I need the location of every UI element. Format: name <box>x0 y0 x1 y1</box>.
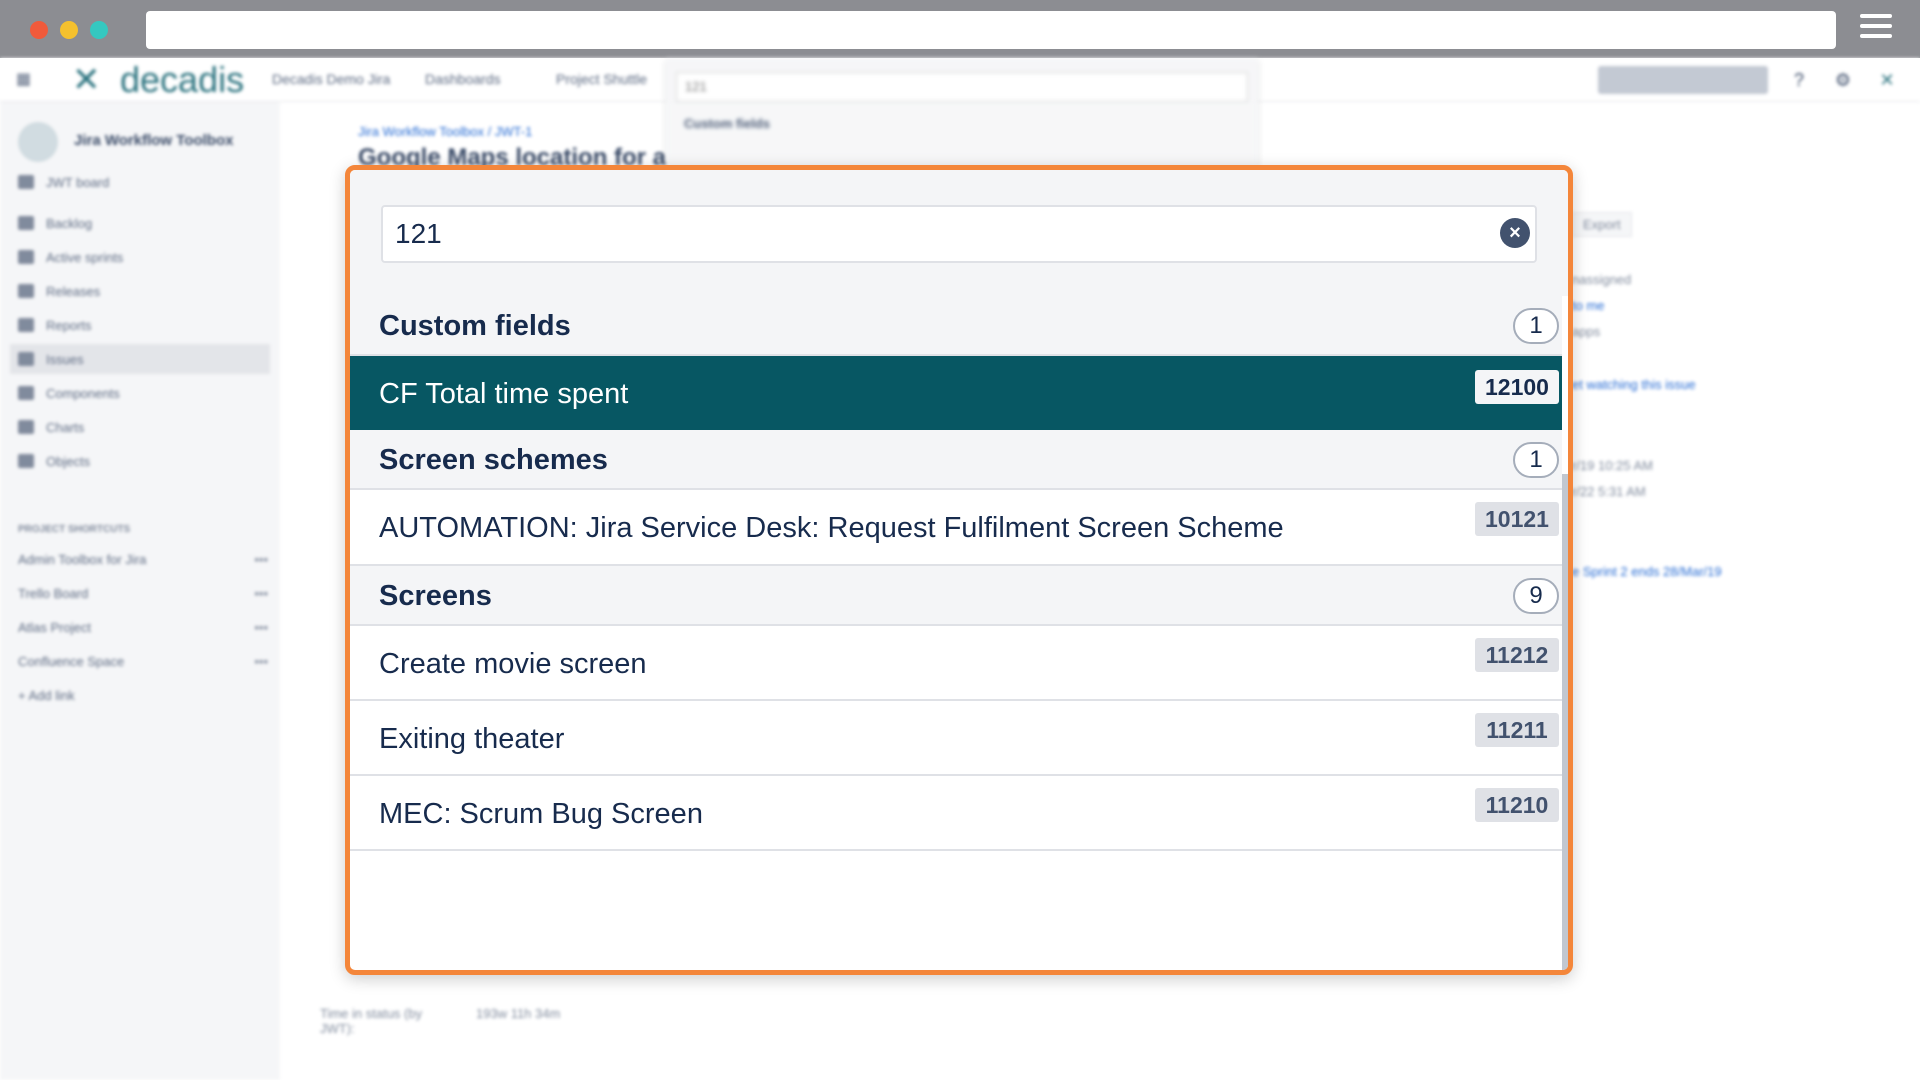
group-header-screen-schemes: Screen schemes 1 <box>350 430 1562 490</box>
objects-icon <box>18 454 34 468</box>
search-input[interactable] <box>381 205 1537 263</box>
time-in-status-value: 193w 11h 34m <box>476 1006 561 1021</box>
result-item-cf-total-time-spent[interactable]: CF Total time spent 12100 <box>350 356 1562 430</box>
sidebar-item-charts[interactable]: Charts <box>18 412 268 442</box>
result-id-badge: 11212 <box>1475 638 1559 672</box>
result-id-badge: 12100 <box>1475 370 1559 404</box>
address-bar[interactable] <box>146 11 1836 49</box>
profile-icon[interactable]: ✕ <box>1876 69 1898 91</box>
updated-date: r/22 5:31 AM <box>1572 484 1646 499</box>
project-shortcuts-heading: PROJECT SHORTCUTS <box>18 524 131 535</box>
created-date: r/19 10:25 AM <box>1572 458 1653 473</box>
project-sidebar: Jira Workflow Toolbox JWT board Backlog … <box>0 102 280 1080</box>
results-list: Custom fields 1 CF Total time spent 1210… <box>350 296 1568 970</box>
releases-icon <box>18 284 34 298</box>
sidebar-item-objects[interactable]: Objects <box>18 446 268 476</box>
project-title: Jira Workflow Toolbox <box>74 132 234 149</box>
more-icon[interactable]: ••• <box>254 620 268 635</box>
result-id-badge: 11211 <box>1475 713 1559 747</box>
sidebar-item-issues[interactable]: Issues <box>10 344 270 374</box>
sidebar-item-backlog[interactable]: Backlog <box>18 208 268 238</box>
result-item-exiting-theater[interactable]: Exiting theater 11211 <box>350 701 1562 776</box>
sidebar-item-jwt-board[interactable]: JWT board <box>18 167 268 197</box>
result-id-badge: 11210 <box>1475 788 1559 822</box>
results-scrollbar[interactable] <box>1562 474 1568 970</box>
sidebar-item-components[interactable]: Components <box>18 378 268 408</box>
hamburger-menu-icon[interactable] <box>1860 14 1892 44</box>
issues-icon <box>18 352 34 366</box>
project-avatar <box>18 122 58 162</box>
sprint-info[interactable]: e Sprint 2 ends 28/Mar/19 <box>1572 564 1722 579</box>
clear-search-icon[interactable]: × <box>1500 218 1530 248</box>
result-item-automation-screen-scheme[interactable]: AUTOMATION: Jira Service Desk: Request F… <box>350 490 1562 566</box>
search-results-panel: × Custom fields 1 CF Total time spent 12… <box>345 165 1573 975</box>
shortcut-trello-board[interactable]: Trello Board ••• <box>18 578 268 608</box>
charts-icon <box>18 420 34 434</box>
watching-link[interactable]: et watching this issue <box>1572 377 1696 392</box>
group-header-screens: Screens 9 <box>350 566 1562 626</box>
backlog-icon <box>18 216 34 230</box>
components-icon <box>18 386 34 400</box>
minimize-window-button[interactable] <box>60 21 78 39</box>
site-name[interactable]: Decadis Demo Jira <box>272 71 390 87</box>
shortcut-atlas-project[interactable]: Atlas Project ••• <box>18 612 268 642</box>
shortcut-admin-toolbox[interactable]: Admin Toolbox for Jira ••• <box>18 544 268 574</box>
shortcut-confluence-space[interactable]: Confluence Space ••• <box>18 646 268 676</box>
assign-to-me-link[interactable]: to me <box>1572 298 1605 313</box>
browser-chrome <box>0 0 1920 58</box>
group-count-badge: 9 <box>1513 578 1559 614</box>
search-area: × <box>350 170 1568 296</box>
more-icon[interactable]: ••• <box>254 654 268 669</box>
export-button[interactable]: Export <box>1572 212 1632 237</box>
help-icon[interactable]: ? <box>1788 69 1810 91</box>
board-icon <box>18 175 34 189</box>
reports-icon <box>18 318 34 332</box>
group-header-custom-fields: Custom fields 1 <box>350 296 1562 356</box>
maximize-window-button[interactable] <box>90 21 108 39</box>
more-icon[interactable]: ••• <box>254 552 268 567</box>
app-switcher-icon[interactable]: ▦ <box>16 72 32 88</box>
sidebar-item-reports[interactable]: Reports <box>18 310 268 340</box>
breadcrumb[interactable]: Jira Workflow Toolbox / JWT-1 <box>358 124 532 139</box>
close-window-button[interactable] <box>30 21 48 39</box>
result-id-badge: 10121 <box>1475 502 1559 536</box>
header-search-group-label: Custom fields <box>684 116 770 131</box>
settings-gear-icon[interactable]: ⚙ <box>1832 69 1854 91</box>
apps-label: apps <box>1572 324 1601 339</box>
nav-dashboards[interactable]: Dashboards <box>425 71 501 87</box>
sprint-icon <box>18 250 34 264</box>
app-logo-text: decadis <box>120 59 245 100</box>
sidebar-item-active-sprints[interactable]: Active sprints <box>18 242 268 272</box>
result-item-mec-scrum-bug-screen[interactable]: MEC: Scrum Bug Screen 11210 <box>350 776 1562 851</box>
header-search-input[interactable]: 121 <box>676 72 1248 102</box>
decadis-logo-icon: ✕ <box>72 61 101 99</box>
group-count-badge: 1 <box>1513 442 1559 478</box>
header-search-dropdown: 121 Custom fields <box>666 58 1258 168</box>
assignee-value: nassigned <box>1572 272 1632 287</box>
more-icon[interactable]: ••• <box>254 586 268 601</box>
add-link[interactable]: + Add link <box>18 680 268 710</box>
group-count-badge: 1 <box>1513 308 1559 344</box>
sidebar-item-releases[interactable]: Releases <box>18 276 268 306</box>
nav-project-shuttle[interactable]: Project Shuttle <box>556 71 647 87</box>
result-item-create-movie-screen[interactable]: Create movie screen 11212 <box>350 626 1562 701</box>
header-search-box[interactable] <box>1598 66 1768 94</box>
time-in-status-label: Time in status (by JWT): <box>320 1006 423 1036</box>
